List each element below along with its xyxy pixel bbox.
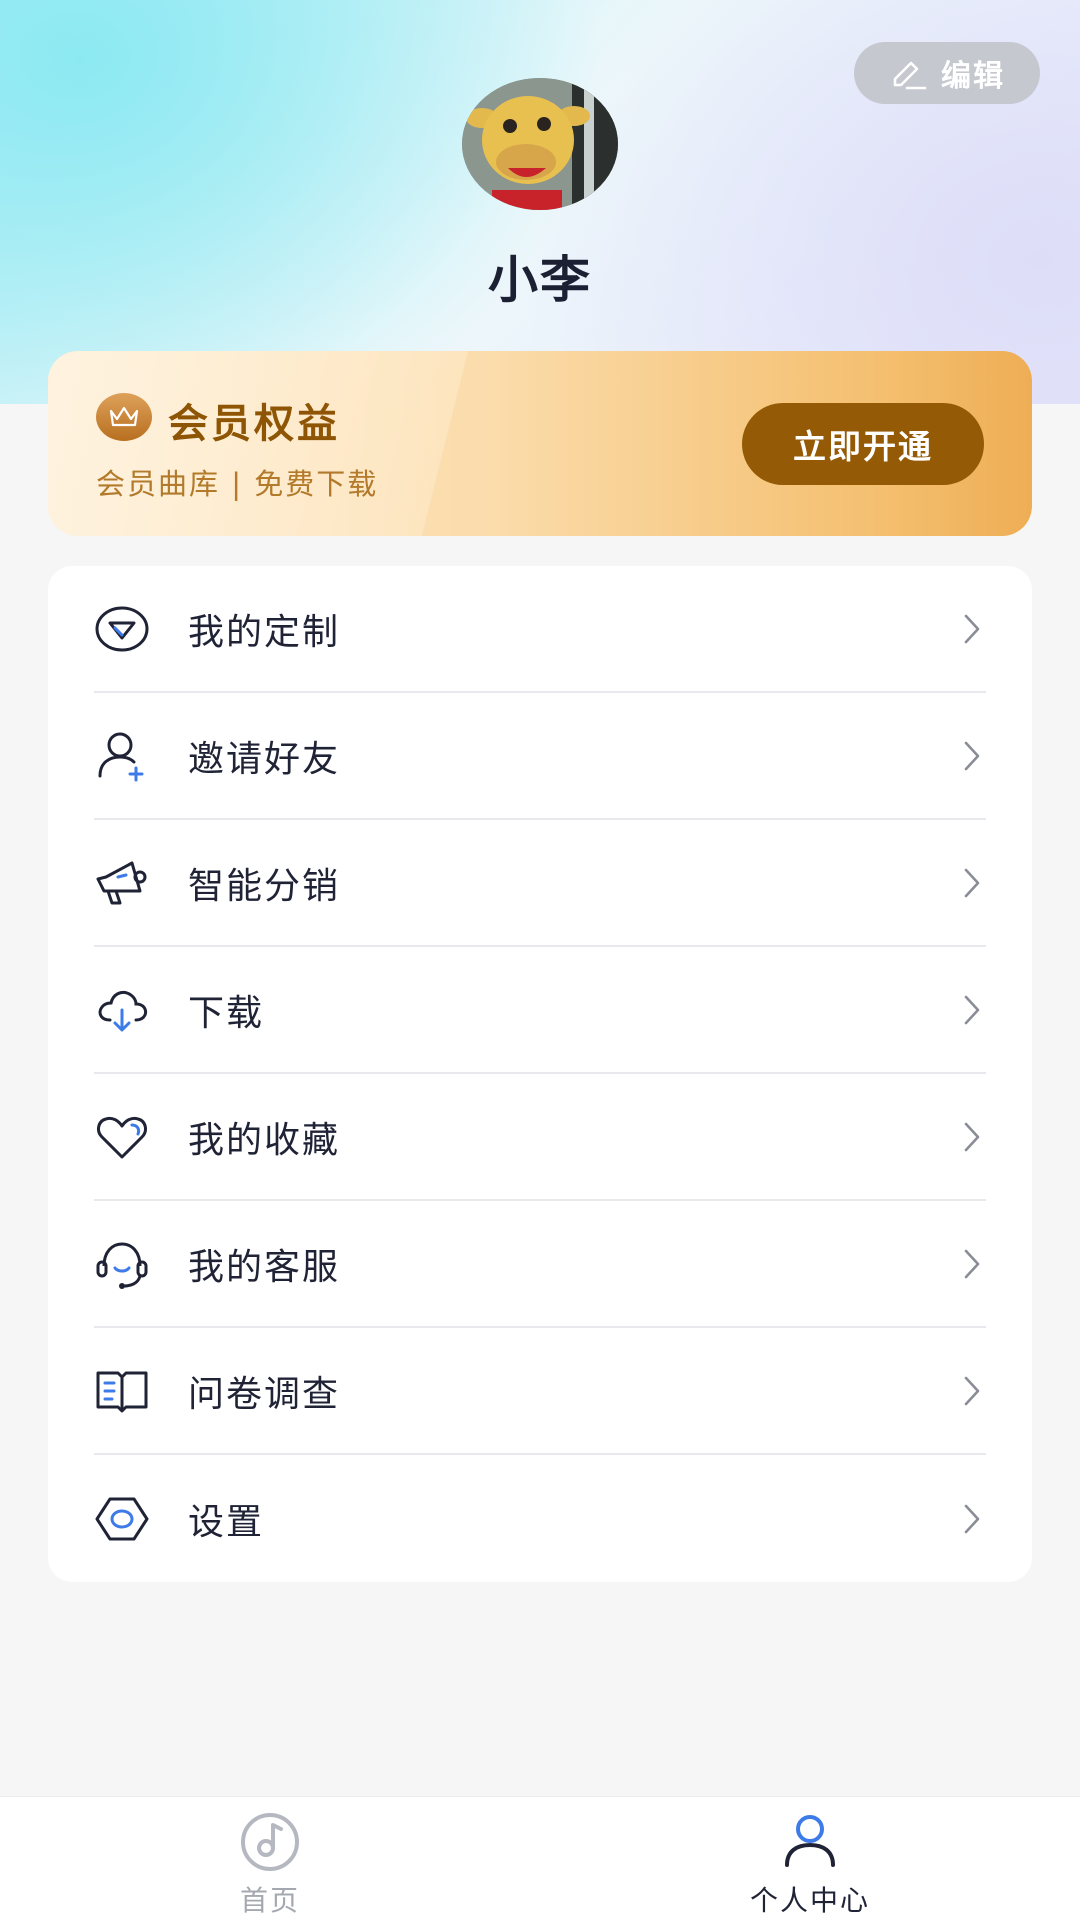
chevron-right-icon	[964, 1249, 980, 1278]
vip-subtitle: 会员曲库 | 免费下载	[96, 467, 379, 501]
diamond-icon	[94, 601, 150, 657]
edit-label: 编辑	[941, 59, 1005, 94]
menu-item-label: 问卷调查	[188, 1373, 341, 1415]
menu-item-smart-distribution[interactable]: 智能分销	[94, 820, 986, 947]
menu-item-label: 智能分销	[188, 865, 341, 907]
music-note-icon	[241, 1813, 299, 1871]
menu-item-label: 我的收藏	[188, 1119, 341, 1161]
menu-item-label: 下载	[188, 992, 265, 1034]
chevron-right-icon	[964, 1376, 980, 1405]
chevron-right-icon	[964, 614, 980, 643]
book-icon	[94, 1363, 150, 1419]
heart-icon	[94, 1109, 150, 1165]
tab-home-label: 首页	[239, 1884, 300, 1917]
username: 小李	[488, 251, 592, 309]
avatar-image	[462, 78, 618, 210]
vip-benefits-card[interactable]: 会员权益 会员曲库 | 免费下载 立即开通	[48, 351, 1032, 536]
chevron-right-icon	[964, 868, 980, 897]
profile-page: 编辑 小李 会员权益 会员曲库 | 免费下载 立即开通 我的定制 邀请好友 智能…	[0, 0, 1080, 1920]
menu-item-download[interactable]: 下载	[94, 947, 986, 1074]
menu-item-label: 我的定制	[188, 611, 341, 653]
chevron-right-icon	[964, 741, 980, 770]
hexagon-settings-icon	[94, 1491, 150, 1547]
activate-vip-button[interactable]: 立即开通	[742, 403, 984, 485]
tab-profile-label: 个人中心	[749, 1884, 870, 1917]
avatar[interactable]	[462, 78, 618, 210]
tab-home[interactable]: 首页	[170, 1811, 370, 1920]
menu-item-label: 我的客服	[188, 1246, 341, 1288]
menu-item-label: 邀请好友	[188, 738, 341, 780]
chevron-right-icon	[964, 995, 980, 1024]
add-user-icon	[94, 728, 150, 784]
user-icon	[785, 1815, 835, 1867]
bottom-tab-bar: 首页 个人中心	[0, 1796, 1080, 1920]
menu-item-survey[interactable]: 问卷调查	[94, 1328, 986, 1455]
menu-item-label: 设置	[188, 1501, 265, 1543]
edit-profile-button[interactable]: 编辑	[854, 42, 1040, 104]
menu-item-favorites[interactable]: 我的收藏	[94, 1074, 986, 1201]
cloud-download-icon	[94, 982, 150, 1038]
menu-item-customer-service[interactable]: 我的客服	[94, 1201, 986, 1328]
menu-item-my-custom[interactable]: 我的定制	[94, 566, 986, 693]
crown-icon	[96, 393, 152, 441]
menu-item-invite-friends[interactable]: 邀请好友	[94, 693, 986, 820]
megaphone-icon	[94, 855, 150, 911]
chevron-right-icon	[964, 1122, 980, 1151]
menu-item-settings[interactable]: 设置	[94, 1455, 986, 1582]
vip-title: 会员权益	[168, 401, 340, 447]
chevron-right-icon	[964, 1504, 980, 1533]
headset-icon	[94, 1236, 150, 1292]
menu-list: 我的定制 邀请好友 智能分销 下载 我的收藏 我的客服 问卷调查 设置	[48, 566, 1032, 1582]
tab-profile[interactable]: 个人中心	[710, 1811, 910, 1920]
pencil-icon	[893, 61, 927, 90]
